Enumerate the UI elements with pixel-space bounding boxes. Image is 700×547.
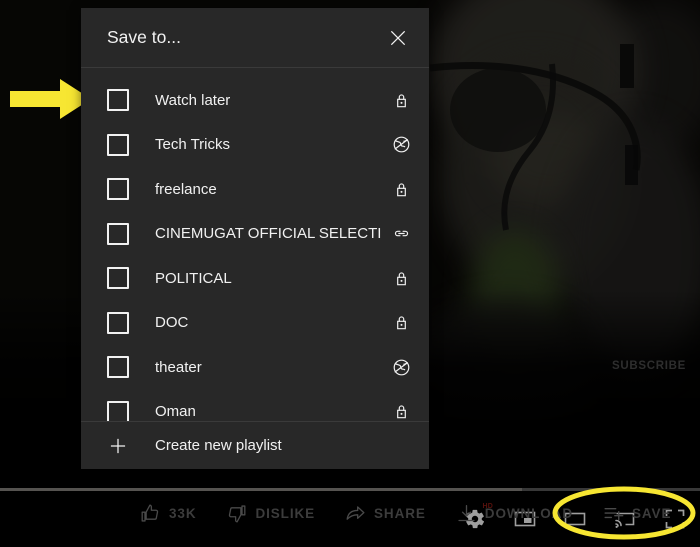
plus-icon — [107, 435, 129, 457]
share-button[interactable]: SHARE — [345, 503, 426, 524]
dislike-button[interactable]: DISLIKE — [226, 503, 315, 524]
like-count: 33K — [169, 505, 197, 521]
playlist-row[interactable]: freelance — [81, 167, 429, 212]
create-new-playlist-label: Create new playlist — [155, 437, 282, 454]
playlist-row[interactable]: Watch later — [81, 78, 429, 123]
dislike-label: DISLIKE — [255, 505, 316, 521]
download-icon — [458, 504, 475, 521]
globe-icon — [393, 136, 409, 153]
link-icon — [394, 230, 408, 237]
subscribe-button[interactable]: SUBSCRIBE — [612, 360, 686, 372]
save-to-dialog: Save to... Watch later Tech Tricks freelan… — [81, 8, 429, 469]
save-playlist-icon — [604, 507, 624, 520]
playlist-row[interactable]: CINEMUGAT OFFICIAL SELECTION — [81, 212, 429, 257]
lock-icon — [396, 316, 406, 330]
playlist-row[interactable]: DOC — [81, 301, 429, 346]
playlist-privacy-private — [391, 402, 411, 421]
share-label: SHARE — [374, 505, 426, 521]
playlist-privacy-unlisted — [391, 224, 411, 244]
playlist-checkbox[interactable] — [107, 400, 129, 421]
playlist-row[interactable]: Oman — [81, 390, 429, 421]
share-arrow-icon — [346, 505, 365, 520]
playlist-privacy-private — [391, 90, 411, 110]
playlist-privacy-private — [391, 268, 411, 288]
save-button[interactable]: SAVE — [603, 503, 671, 524]
playlist-checkbox[interactable] — [107, 267, 129, 290]
playlist-row[interactable]: POLITICAL — [81, 256, 429, 301]
lock-icon — [396, 94, 406, 108]
thumbs-up-icon — [141, 504, 159, 522]
playlist-checkbox[interactable] — [107, 178, 129, 201]
playlist-label: POLITICAL — [155, 269, 232, 287]
lock-icon — [396, 183, 406, 197]
dialog-title: Save to... — [107, 27, 181, 47]
playlist-list[interactable]: Watch later Tech Tricks freelance CINEMUGAT… — [81, 68, 429, 421]
thumbs-down-icon — [229, 504, 246, 522]
playlist-label: CINEMUGAT OFFICIAL SELECTION — [155, 225, 381, 243]
lock-icon — [396, 272, 406, 286]
playlist-checkbox[interactable] — [107, 89, 129, 112]
download-button[interactable]: DOWNLOAD — [456, 503, 573, 524]
playlist-label: DOC — [155, 314, 189, 332]
video-page: SUBSCRIBE HD 33K DISLIKE SHARE DOWNLOAD … — [0, 0, 700, 547]
playlist-privacy-public — [391, 135, 411, 155]
save-label: SAVE — [631, 505, 672, 521]
globe-icon — [393, 359, 409, 376]
playlist-label: Oman — [155, 403, 196, 421]
playlist-privacy-public — [391, 357, 411, 377]
playlist-label: theater — [155, 358, 202, 376]
playlist-row[interactable]: theater — [81, 345, 429, 390]
yellow-arrow-icon — [10, 79, 91, 119]
playlist-label: freelance — [155, 180, 217, 198]
create-new-playlist-button[interactable]: Create new playlist — [81, 421, 429, 469]
playlist-privacy-private — [391, 313, 411, 333]
close-button[interactable] — [381, 21, 415, 55]
lock-icon — [396, 405, 406, 419]
playlist-checkbox[interactable] — [107, 133, 129, 156]
close-icon — [390, 30, 406, 45]
like-button[interactable]: 33K — [140, 503, 196, 524]
playlist-checkbox[interactable] — [107, 222, 129, 245]
playlist-privacy-private — [391, 179, 411, 199]
playlist-checkbox[interactable] — [107, 356, 129, 379]
dialog-header: Save to... — [81, 8, 429, 68]
video-action-bar: 33K DISLIKE SHARE DOWNLOAD SAVE — [0, 479, 700, 547]
playlist-label: Watch later — [155, 91, 231, 109]
playlist-label: Tech Tricks — [155, 136, 231, 154]
download-label: DOWNLOAD — [484, 505, 573, 521]
playlist-row[interactable]: Tech Tricks — [81, 123, 429, 168]
playlist-checkbox[interactable] — [107, 311, 129, 334]
